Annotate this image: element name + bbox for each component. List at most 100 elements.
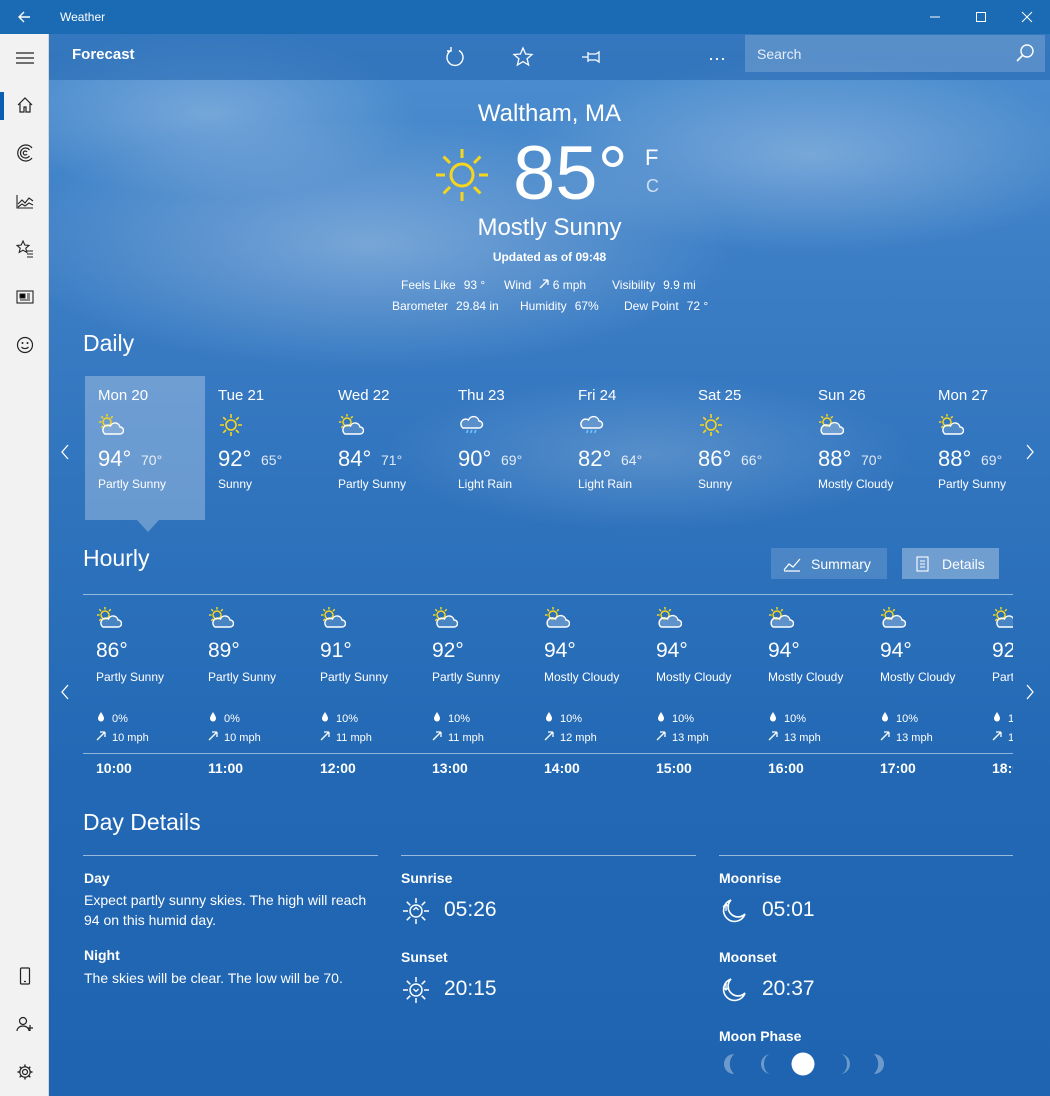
chevron-right-icon[interactable] — [1025, 684, 1035, 705]
daily-forecast-card[interactable]: Tue 21 92° 65° Sunny — [205, 376, 325, 520]
hour-wind-speed: 11 mph — [320, 731, 372, 744]
wind-direction-icon — [208, 731, 218, 741]
hourly-heading: Hourly — [83, 545, 150, 571]
daily-forecast-card[interactable]: Wed 22 84° 71° Partly Sunny — [325, 376, 445, 520]
day-label: Day — [84, 870, 110, 886]
sunset-icon — [403, 977, 429, 1003]
sunrise-time: 05:26 — [444, 898, 497, 921]
celsius-toggle[interactable]: C — [646, 176, 659, 197]
hour-temperature: 94° — [544, 639, 576, 662]
low-temperature: 69° — [981, 452, 1003, 468]
day-name: Wed 22 — [338, 387, 390, 404]
sunrise-icon — [403, 898, 429, 924]
refresh-icon[interactable] — [440, 43, 470, 71]
hour-condition: Mostly Cloudy — [880, 670, 956, 684]
command-bar: Forecast — [49, 34, 1050, 80]
chevron-left-icon[interactable] — [60, 684, 70, 705]
daily-forecast-card[interactable]: Mon 20 94° 70° Partly Sunny — [85, 376, 205, 520]
moonset-icon — [722, 978, 746, 1002]
divider — [83, 855, 378, 856]
forecast-page: Forecast Waltham, MA 85° F C Mostly Sunn… — [49, 34, 1050, 1096]
waxing-crescent-moon-icon — [840, 1054, 850, 1074]
raindrop-icon — [546, 712, 552, 722]
raindrop-icon — [210, 712, 216, 722]
hour-wind-speed: 10 mph — [96, 731, 149, 744]
moonset-label: Moonset — [719, 949, 777, 965]
daily-forecast-card[interactable]: Thu 23 90° 69° Light Rain — [445, 376, 565, 520]
hamburger-menu-icon[interactable] — [0, 34, 49, 82]
precipitation-chance: 10% — [880, 712, 918, 725]
close-button[interactable] — [1004, 0, 1050, 34]
search-input[interactable] — [745, 35, 1005, 72]
favorite-star-icon[interactable] — [508, 43, 538, 71]
hour-time: 18:00 — [992, 760, 1013, 776]
phone-icon[interactable] — [0, 952, 49, 1000]
daily-forecast-card[interactable]: Sun 26 88° 70° Mostly Cloudy — [805, 376, 925, 520]
precipitation-chance: 0% — [208, 712, 240, 725]
chevron-left-icon[interactable] — [60, 444, 70, 465]
navigation-rail — [0, 34, 49, 1096]
more-options-icon[interactable] — [702, 43, 732, 71]
settings-gear-icon[interactable] — [0, 1048, 49, 1096]
details-button[interactable]: Details — [902, 548, 999, 579]
day-condition: Sunny — [218, 477, 253, 491]
fahrenheit-toggle[interactable]: F — [645, 145, 658, 171]
hour-condition: Partly Sunny — [320, 670, 389, 684]
daily-forecast-card[interactable]: Mon 27 88° 69° Partly Sunny — [925, 376, 1045, 520]
moonrise-label: Moonrise — [719, 870, 782, 886]
high-temperature: 92° — [218, 446, 252, 471]
barometer-stat: Barometer 29.84 in — [392, 299, 499, 313]
maximize-button[interactable] — [958, 0, 1004, 34]
minimize-button[interactable] — [912, 0, 958, 34]
wind-direction-icon — [656, 731, 666, 741]
day-condition: Partly Sunny — [98, 477, 167, 491]
daily-heading: Daily — [83, 330, 135, 356]
daily-forecast-card[interactable]: Fri 24 82° 64° Light Rain — [565, 376, 685, 520]
summary-button[interactable]: Summary — [771, 548, 887, 579]
day-condition: Light Rain — [578, 477, 633, 491]
low-temperature: 70° — [141, 452, 163, 468]
light-rain-icon — [578, 413, 604, 437]
day-name: Thu 23 — [458, 387, 505, 404]
wind-direction-icon — [992, 731, 1002, 741]
hourly-forecast-item: 92° Partly Sunny 10% 11 mph 13:00 — [419, 594, 531, 784]
hour-condition: Partly Sunny — [96, 670, 165, 684]
hourly-strip[interactable]: 86° Partly Sunny 0% 10 mph 10:00 89° Partly Su… — [83, 594, 1013, 784]
feels-like-stat: Feels Like 93 ° — [401, 278, 486, 292]
arrow-left-icon[interactable] — [0, 0, 48, 34]
add-account-icon[interactable] — [0, 1000, 49, 1048]
raindrop-icon — [98, 712, 104, 722]
divider — [719, 855, 1013, 856]
wind-direction-icon — [544, 731, 554, 741]
low-temperature: 66° — [741, 452, 763, 468]
sunset-time: 20:15 — [444, 977, 497, 1000]
news-icon[interactable] — [0, 273, 49, 321]
hourly-forecast-item: 94° Mostly Cloudy 10% 13 mph 15:00 — [643, 594, 755, 784]
hour-temperature: 92° — [992, 639, 1013, 662]
hourly-forecast-item: 94° Mostly Cloudy 10% 13 mph 17:00 — [867, 594, 979, 784]
hour-wind-speed: 10 mph — [208, 731, 261, 744]
sunny-icon — [436, 149, 488, 201]
favorite-places-icon[interactable] — [0, 225, 49, 273]
search-icon[interactable] — [1015, 43, 1035, 63]
home-icon[interactable] — [0, 81, 49, 129]
visibility-stat: Visibility 9.9 mi — [612, 278, 696, 292]
wind-direction-icon — [768, 731, 778, 741]
search-box[interactable] — [745, 35, 1045, 72]
dark-mode-moon-icon[interactable] — [644, 43, 674, 71]
hour-condition: Partly Sunny — [992, 670, 1013, 684]
smiley-feedback-icon[interactable] — [0, 321, 49, 369]
day-name: Sun 26 — [818, 387, 866, 404]
radar-maps-icon[interactable] — [0, 129, 49, 177]
sunny-icon — [698, 413, 724, 437]
waxing-crescent-moon-icon — [874, 1054, 884, 1074]
hourly-forecast-item: 92° Partly Sunny 10% 13 mph 18:00 — [979, 594, 1013, 784]
historical-weather-icon[interactable] — [0, 177, 49, 225]
daily-forecast-card[interactable]: Sat 25 86° 66° Sunny — [685, 376, 805, 520]
pin-to-start-icon[interactable] — [576, 43, 606, 71]
high-temperature: 82° — [578, 446, 612, 471]
partly-sunny-icon — [338, 413, 365, 437]
hourly-forecast-item: 89° Partly Sunny 0% 10 mph 11:00 — [195, 594, 307, 784]
raindrop-icon — [770, 712, 776, 722]
night-description: The skies will be clear. The low will be… — [84, 970, 343, 986]
